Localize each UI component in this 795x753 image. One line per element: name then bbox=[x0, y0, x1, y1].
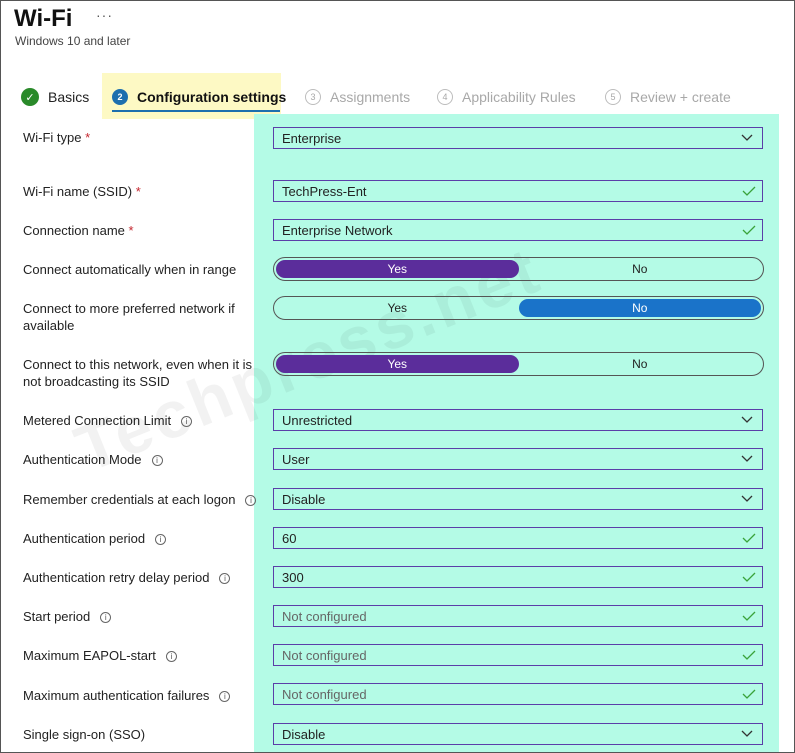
step-number-icon: 2 bbox=[112, 89, 128, 105]
valid-check-icon bbox=[742, 689, 756, 699]
ssid-input[interactable]: TechPress-Ent bbox=[273, 180, 763, 202]
hidden-ssid-toggle[interactable]: Yes No bbox=[273, 352, 764, 376]
toggle-no-option[interactable]: No bbox=[519, 260, 762, 278]
chevron-down-icon bbox=[741, 134, 753, 141]
start-period-input[interactable]: Not configured bbox=[273, 605, 763, 627]
max-eapol-start-placeholder: Not configured bbox=[282, 647, 367, 663]
wifi-profile-page: Wi-Fi ··· Windows 10 and later ✓ Basics … bbox=[0, 0, 795, 753]
max-auth-failures-input[interactable]: Not configured bbox=[273, 683, 763, 705]
sso-dropdown[interactable]: Disable bbox=[273, 723, 763, 745]
info-icon[interactable]: i bbox=[151, 455, 163, 467]
info-icon[interactable]: i bbox=[245, 495, 257, 507]
max-auth-failures-placeholder: Not configured bbox=[282, 686, 367, 702]
info-icon[interactable]: i bbox=[219, 691, 231, 703]
start-period-placeholder: Not configured bbox=[282, 608, 367, 624]
ssid-value: TechPress-Ent bbox=[282, 183, 367, 199]
connect-automatically-label: Connect automatically when in range bbox=[23, 262, 237, 277]
metered-value: Unrestricted bbox=[282, 412, 353, 428]
info-icon[interactable]: i bbox=[100, 612, 112, 624]
info-icon[interactable]: i bbox=[155, 534, 167, 546]
authentication-retry-value: 300 bbox=[282, 569, 304, 585]
remember-credentials-dropdown[interactable]: Disable bbox=[273, 488, 763, 510]
authentication-mode-value: User bbox=[282, 451, 310, 467]
wifi-type-label: Wi-Fi type * bbox=[23, 130, 91, 145]
toggle-no-option[interactable]: No bbox=[519, 355, 762, 373]
valid-check-icon bbox=[742, 572, 756, 582]
metered-connection-label: Metered Connection Limit i bbox=[23, 412, 258, 429]
valid-check-icon bbox=[742, 650, 756, 660]
completed-check-icon: ✓ bbox=[21, 88, 39, 106]
step-number-icon: 4 bbox=[437, 89, 453, 105]
authentication-retry-label: Authentication retry delay period i bbox=[23, 569, 258, 586]
required-marker: * bbox=[85, 130, 91, 145]
sso-value: Disable bbox=[282, 726, 326, 742]
max-eapol-start-input[interactable]: Not configured bbox=[273, 644, 763, 666]
page-subtitle: Windows 10 and later bbox=[15, 34, 131, 48]
wifi-type-value: Enterprise bbox=[282, 130, 342, 146]
start-period-label: Start period i bbox=[23, 608, 258, 625]
chevron-down-icon bbox=[741, 730, 753, 737]
chevron-down-icon bbox=[741, 495, 753, 502]
step-number-icon: 3 bbox=[305, 89, 321, 105]
connect-automatically-toggle[interactable]: Yes No bbox=[273, 257, 764, 281]
valid-check-icon bbox=[742, 186, 756, 196]
tab-label: Assignments bbox=[330, 89, 411, 105]
ssid-label: Wi-Fi name (SSID) * bbox=[23, 184, 141, 199]
hidden-ssid-label: Connect to this network, even when it is… bbox=[23, 357, 253, 389]
more-options-button[interactable]: ··· bbox=[96, 7, 113, 23]
tab-configuration-settings[interactable]: 2 Configuration settings bbox=[112, 87, 286, 107]
tab-review-create[interactable]: 5 Review + create bbox=[605, 87, 731, 107]
chevron-down-icon bbox=[741, 416, 753, 423]
authentication-mode-label: Authentication Mode i bbox=[23, 451, 258, 468]
required-marker: * bbox=[135, 184, 141, 199]
max-eapol-start-label: Maximum EAPOL-start i bbox=[23, 647, 258, 664]
active-tab-underline bbox=[112, 110, 280, 112]
info-icon[interactable]: i bbox=[165, 651, 177, 663]
connection-name-value: Enterprise Network bbox=[282, 222, 393, 238]
max-auth-failures-label: Maximum authentication failures i bbox=[23, 687, 258, 704]
toggle-yes-option[interactable]: Yes bbox=[276, 260, 519, 278]
tab-label: Applicability Rules bbox=[462, 89, 576, 105]
required-marker: * bbox=[128, 223, 134, 238]
valid-check-icon bbox=[742, 611, 756, 621]
tab-label: Review + create bbox=[630, 89, 731, 105]
preferred-network-label: Connect to more preferred network if ava… bbox=[23, 301, 235, 333]
valid-check-icon bbox=[742, 533, 756, 543]
page-title: Wi-Fi bbox=[14, 5, 73, 32]
authentication-period-value: 60 bbox=[282, 530, 297, 546]
step-number-icon: 5 bbox=[605, 89, 621, 105]
remember-credentials-value: Disable bbox=[282, 491, 326, 507]
connection-name-input[interactable]: Enterprise Network bbox=[273, 219, 763, 241]
authentication-period-label: Authentication period i bbox=[23, 530, 258, 547]
sso-label: Single sign-on (SSO) bbox=[23, 727, 146, 742]
authentication-period-input[interactable]: 60 bbox=[273, 527, 763, 549]
info-icon[interactable]: i bbox=[181, 416, 193, 428]
remember-credentials-label: Remember credentials at each logon i bbox=[23, 491, 268, 508]
connection-name-label: Connection name * bbox=[23, 223, 134, 238]
preferred-network-toggle[interactable]: Yes No bbox=[273, 296, 764, 320]
tab-basics[interactable]: ✓ Basics bbox=[21, 87, 89, 107]
tab-applicability-rules[interactable]: 4 Applicability Rules bbox=[437, 87, 576, 107]
toggle-yes-option[interactable]: Yes bbox=[276, 355, 519, 373]
toggle-no-option[interactable]: No bbox=[518, 299, 761, 317]
tab-label: Basics bbox=[48, 89, 90, 105]
authentication-mode-dropdown[interactable]: User bbox=[273, 448, 763, 470]
wifi-type-dropdown[interactable]: Enterprise bbox=[273, 127, 763, 149]
tab-assignments[interactable]: 3 Assignments bbox=[305, 87, 410, 107]
valid-check-icon bbox=[742, 225, 756, 235]
info-icon[interactable]: i bbox=[219, 573, 231, 585]
toggle-yes-option[interactable]: Yes bbox=[276, 299, 519, 317]
authentication-retry-input[interactable]: 300 bbox=[273, 566, 763, 588]
metered-connection-dropdown[interactable]: Unrestricted bbox=[273, 409, 763, 431]
tab-label: Configuration settings bbox=[137, 89, 287, 105]
chevron-down-icon bbox=[741, 455, 753, 462]
